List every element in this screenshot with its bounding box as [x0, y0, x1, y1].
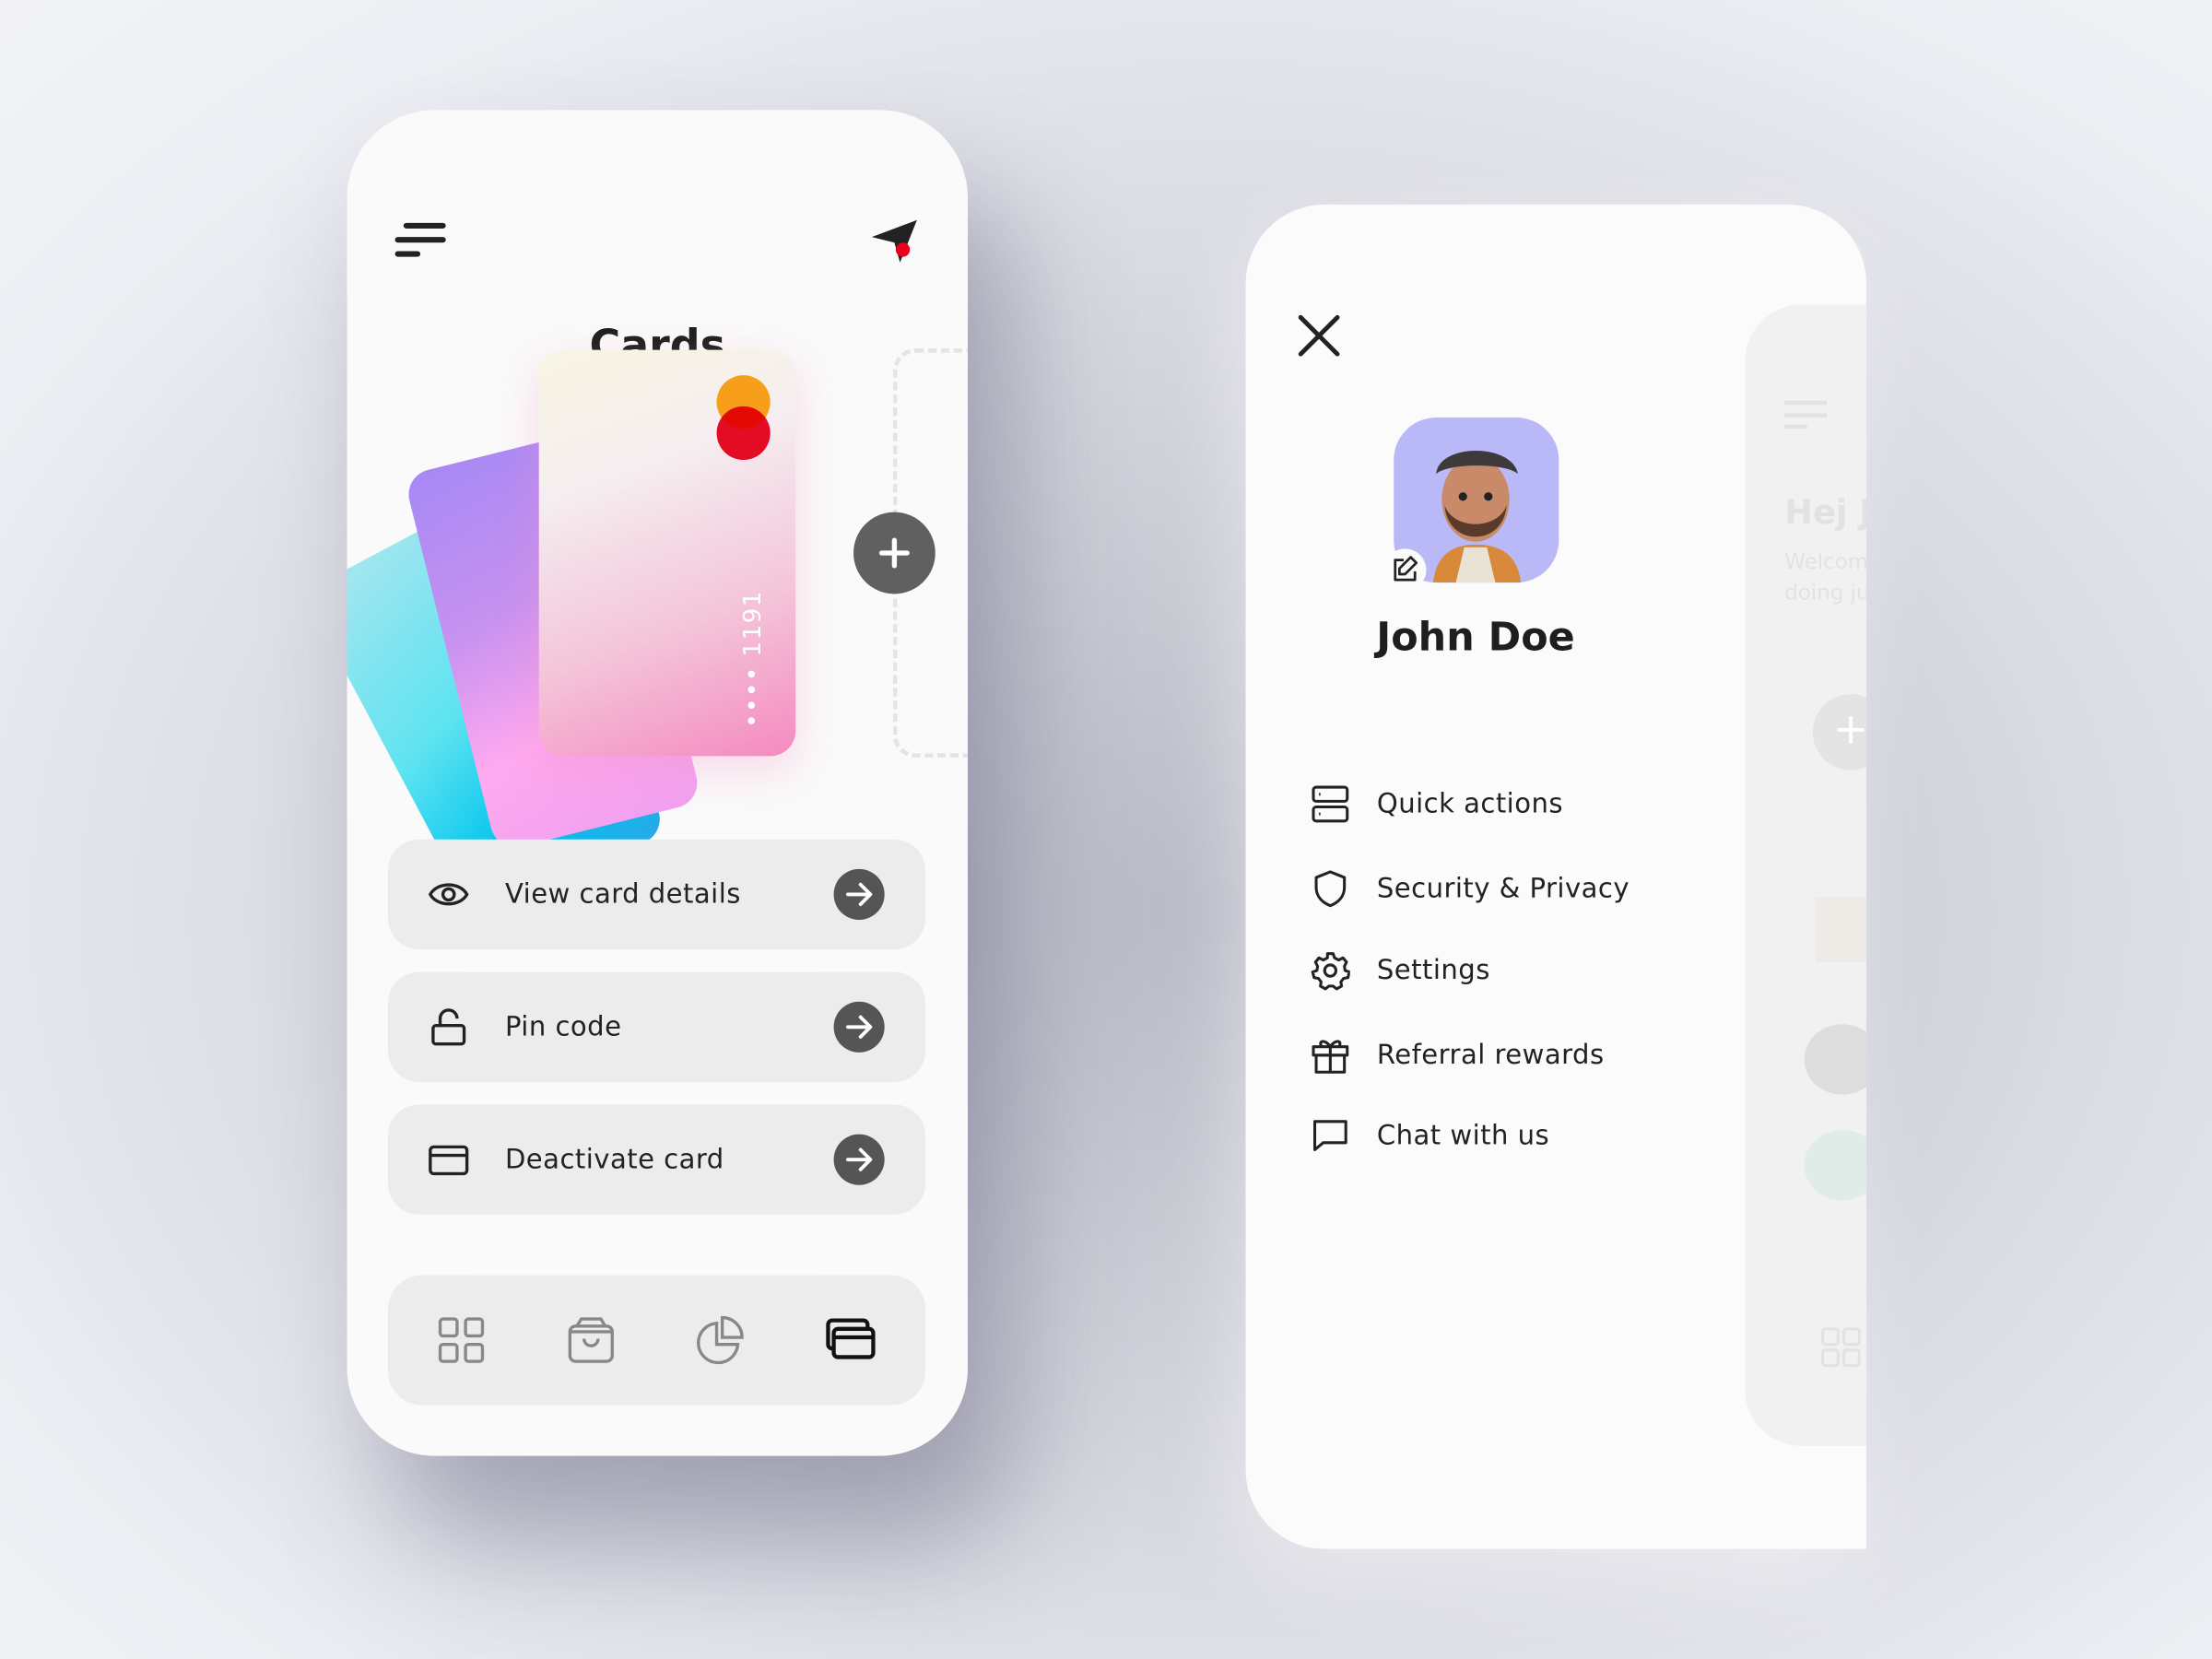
pie-chart-icon[interactable] — [696, 1315, 747, 1366]
row-label: View card details — [504, 878, 741, 911]
send-icon[interactable] — [869, 218, 920, 268]
menu-item-label: Quick actions — [1376, 788, 1564, 820]
starbucks-logo — [1804, 1130, 1866, 1201]
edit-icon — [1394, 556, 1418, 582]
card-front[interactable]: •••• 1191 — [538, 349, 796, 757]
card-number: •••• 1191 — [739, 590, 768, 728]
edit-avatar-button[interactable] — [1383, 548, 1427, 592]
gift-icon — [1312, 1040, 1349, 1074]
row-label: Deactivate card — [504, 1144, 724, 1175]
server-icon — [1312, 785, 1349, 823]
shopping-bag-icon[interactable] — [566, 1315, 617, 1366]
menu-item-label: Referral rewards — [1376, 1040, 1605, 1071]
greeting: Hej J — [1784, 492, 1866, 533]
shield-icon — [1314, 870, 1347, 908]
pin-code-button[interactable]: Pin code — [387, 971, 926, 1082]
menu-item-label: Chat with us — [1376, 1120, 1550, 1151]
menu-item-settings[interactable]: Settings — [1311, 951, 1734, 994]
row-label: Pin code — [504, 1011, 622, 1043]
menu-item-security-privacy[interactable]: Security & Privacy — [1311, 869, 1734, 912]
arrow-right-icon — [833, 1001, 885, 1053]
user-name: John Doe — [1376, 613, 1575, 661]
menu-icon[interactable] — [394, 222, 449, 265]
menu-icon — [1784, 400, 1828, 432]
unlock-icon — [431, 1008, 466, 1046]
eye-icon — [428, 883, 469, 906]
close-icon[interactable] — [1297, 313, 1342, 359]
mastercard-logo — [716, 375, 771, 463]
menu-item-label: Settings — [1376, 955, 1490, 986]
profile-menu-screen: Hej J Welcom doing ju + John Doe Quick a… — [1245, 204, 1866, 1549]
grid-icon[interactable] — [436, 1315, 487, 1366]
cards-icon[interactable] — [825, 1315, 876, 1366]
menu-item-label: Security & Privacy — [1376, 873, 1630, 905]
menu-item-quick-actions[interactable]: Quick actions — [1311, 784, 1734, 827]
add-button: + — [1812, 694, 1866, 771]
gear-icon — [1311, 952, 1350, 991]
welcome-line-2: doing ju — [1784, 580, 1866, 606]
view-card-details-button[interactable]: View card details — [387, 839, 926, 950]
wallet-image — [1815, 897, 1866, 962]
add-card-button[interactable] — [853, 512, 935, 594]
bottom-nav — [387, 1275, 926, 1406]
credit-card-icon — [429, 1145, 469, 1176]
menu-item-chat-with-us[interactable]: Chat with us — [1311, 1116, 1734, 1159]
arrow-right-icon — [833, 1134, 885, 1185]
welcome-line-1: Welcom — [1784, 548, 1866, 574]
plus-icon — [878, 537, 910, 569]
deactivate-card-button[interactable]: Deactivate card — [387, 1104, 926, 1215]
background-home-screen: Hej J Welcom doing ju + — [1745, 304, 1866, 1446]
cards-screen: Cards •••• 1191 View card details Pin co… — [347, 110, 968, 1456]
nike-logo — [1804, 1024, 1866, 1095]
menu-item-referral-rewards[interactable]: Referral rewards — [1311, 1035, 1734, 1077]
arrow-right-icon — [833, 868, 885, 920]
grid-icon — [1821, 1327, 1861, 1368]
chat-icon — [1312, 1120, 1347, 1151]
